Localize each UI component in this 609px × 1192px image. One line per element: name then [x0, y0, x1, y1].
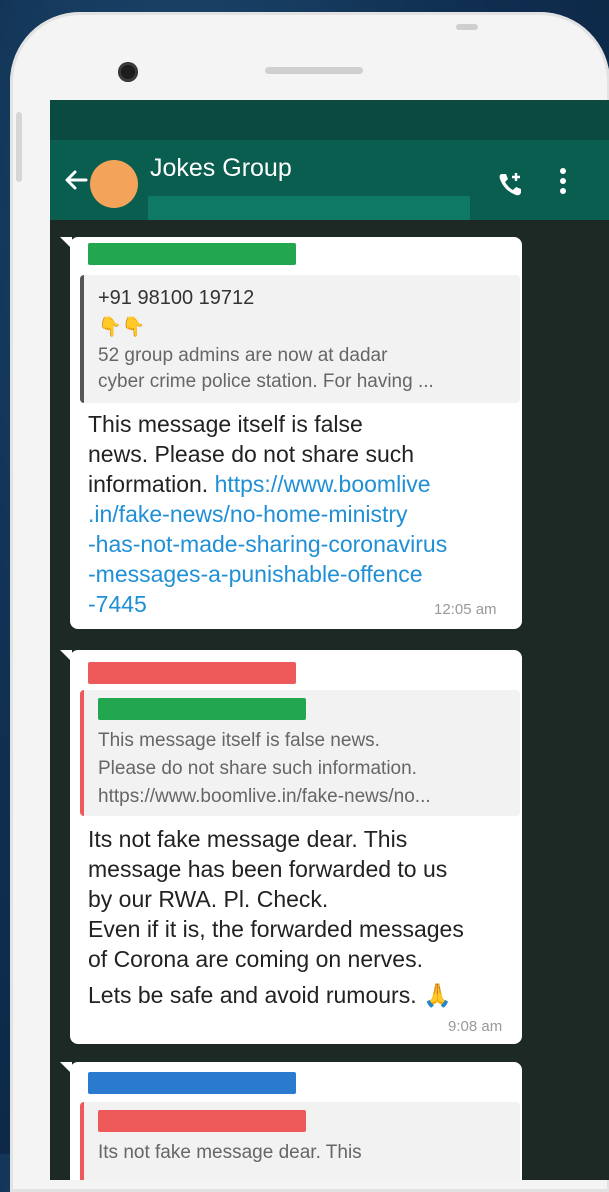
top-edge — [456, 24, 478, 30]
quoted-text-line: 52 group admins are now at dadar — [98, 345, 388, 366]
quoted-message[interactable]: +91 98100 19712 👇👇 52 group admins are n… — [80, 275, 520, 403]
redacted-quoted-sender — [98, 1110, 306, 1132]
message-link[interactable]: -7445 — [88, 589, 147, 619]
message-link[interactable]: -has-not-made-sharing-coronavirus — [88, 529, 447, 559]
pointing-down-emoji: 👇👇 — [98, 316, 146, 338]
phone-frame: Jokes Group +91 98100 19712 👇👇 52 group … — [10, 12, 609, 1192]
message-text-line: information. — [88, 471, 209, 497]
message-text-line: Its not fake message dear. This — [88, 826, 408, 852]
quoted-message[interactable]: Its not fake message dear. This — [80, 1102, 520, 1180]
redacted-subtitle — [148, 196, 470, 220]
redacted-sender-name — [88, 243, 296, 265]
message-bubble[interactable]: This message itself is false news. Pleas… — [60, 650, 522, 1044]
phone-screen: Jokes Group +91 98100 19712 👇👇 52 group … — [50, 100, 609, 1180]
front-camera — [118, 62, 138, 82]
message-timestamp: 12:05 am — [434, 601, 497, 618]
quoted-message[interactable]: This message itself is false news. Pleas… — [80, 690, 520, 816]
side-button — [16, 112, 22, 182]
message-text-line: message has been forwarded to us — [88, 856, 448, 882]
group-title[interactable]: Jokes Group — [150, 154, 292, 183]
message-text-line: Even if it is, the forwarded messages — [88, 916, 464, 942]
quoted-text-line: Its not fake message dear. This — [98, 1142, 362, 1163]
quoted-text-line: https://www.boomlive.in/fake-news/no... — [98, 786, 431, 807]
quoted-text-line: cyber crime police station. For having .… — [98, 371, 434, 392]
redacted-sender-name — [88, 1072, 296, 1094]
message-text-line: by our RWA. Pl. Check. — [88, 886, 329, 912]
status-bar — [50, 100, 609, 140]
message-text-line: This message itself is false — [88, 411, 363, 437]
more-options-icon[interactable] — [556, 166, 570, 196]
add-call-icon[interactable] — [496, 170, 524, 198]
quoted-text-line: Please do not share such information. — [98, 758, 417, 779]
message-list[interactable]: +91 98100 19712 👇👇 52 group admins are n… — [50, 220, 609, 1180]
earpiece-speaker — [265, 67, 363, 74]
message-link[interactable]: -messages-a-punishable-offence — [88, 559, 423, 589]
quoted-text-line: This message itself is false news. — [98, 730, 380, 751]
chat-header: Jokes Group — [50, 140, 609, 220]
group-avatar[interactable] — [90, 160, 138, 208]
message-link[interactable]: https://www.boomlive — [215, 471, 431, 497]
message-bubble[interactable]: Its not fake message dear. This — [60, 1062, 522, 1180]
message-text-line: Lets be safe and avoid rumours. — [88, 982, 417, 1008]
back-arrow-icon[interactable] — [62, 166, 90, 194]
folded-hands-emoji: 🙏 — [422, 983, 452, 1009]
redacted-quoted-sender — [98, 698, 306, 720]
message-text-line: of Corona are coming on nerves. — [88, 946, 423, 972]
message-text-line: news. Please do not share such — [88, 441, 415, 467]
message-bubble[interactable]: +91 98100 19712 👇👇 52 group admins are n… — [60, 237, 522, 629]
message-link[interactable]: .in/fake-news/no-home-ministry — [88, 499, 408, 529]
message-timestamp: 9:08 am — [448, 1018, 503, 1035]
redacted-sender-name — [88, 662, 296, 684]
quoted-sender: +91 98100 19712 — [98, 287, 255, 309]
